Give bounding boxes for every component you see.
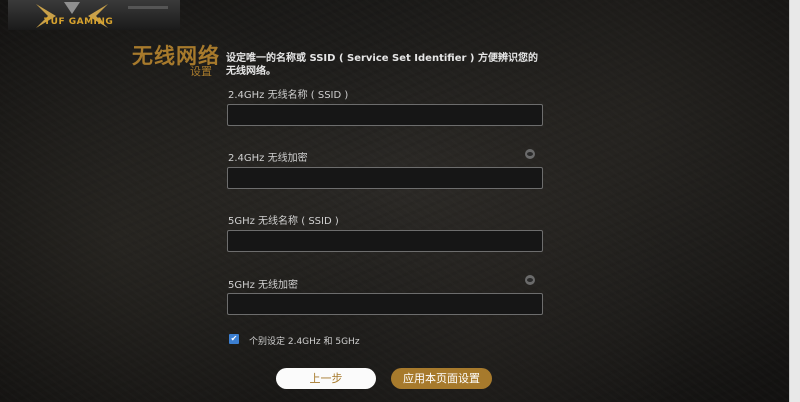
eye-icon[interactable] — [525, 275, 535, 285]
page-subtitle: 设置 — [190, 65, 212, 78]
key-24-input[interactable] — [227, 167, 543, 189]
ssid-5-input[interactable] — [227, 230, 543, 252]
ssid-5-label: 5GHz 无线名称 ( SSID ) — [228, 216, 339, 227]
tuf-gaming-logo: TUF GAMING — [8, 0, 180, 30]
scrollbar[interactable] — [789, 0, 800, 402]
key-5-label: 5GHz 无线加密 — [228, 280, 299, 291]
ssid-24-input[interactable] — [227, 104, 543, 126]
eye-icon[interactable] — [525, 149, 535, 159]
apply-button[interactable]: 应用本页面设置 — [391, 368, 492, 389]
previous-button[interactable]: 上一步 — [276, 368, 376, 389]
key-5-input[interactable] — [227, 293, 543, 315]
key-24-label: 2.4GHz 无线加密 — [228, 153, 308, 164]
separate-setting-checkbox[interactable]: ✔ — [229, 334, 239, 344]
logo-text: TUF GAMING — [44, 17, 114, 27]
page-description: 设定唯一的名称或 SSID ( Service Set Identifier )… — [226, 53, 538, 77]
ssid-24-label: 2.4GHz 无线名称 ( SSID ) — [228, 90, 349, 101]
separate-setting-label: 个别设定 2.4GHz 和 5GHz — [249, 337, 360, 347]
